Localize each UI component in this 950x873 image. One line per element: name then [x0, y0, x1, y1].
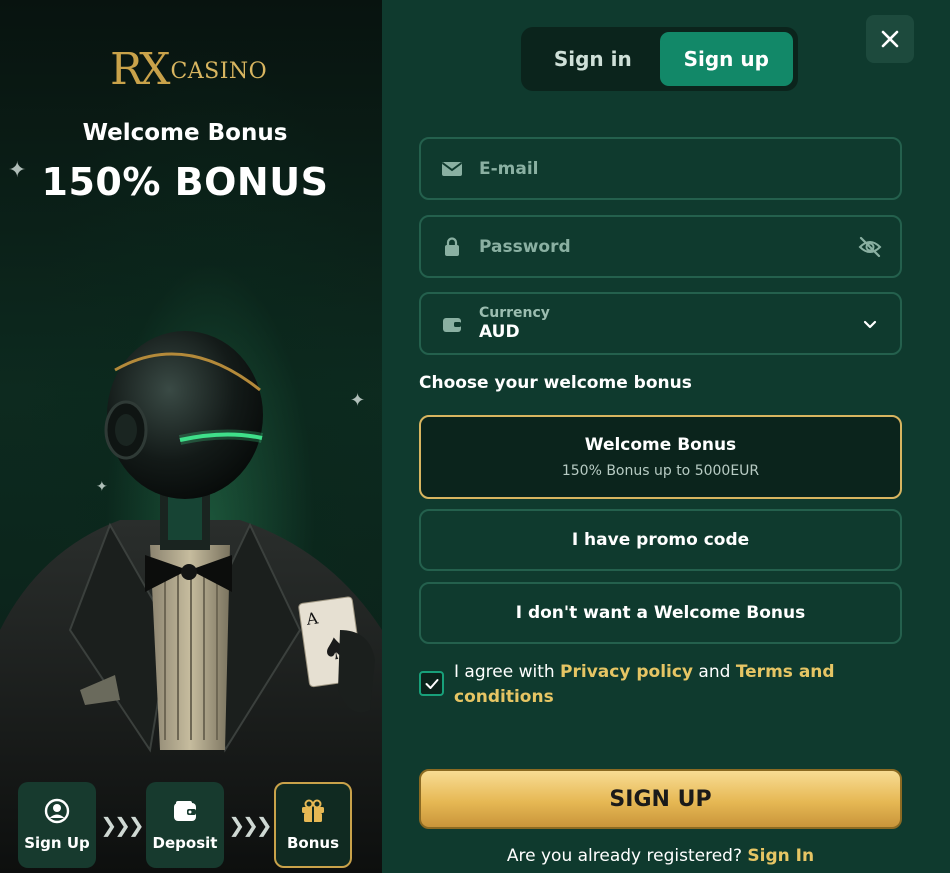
promo-title: Welcome Bonus [82, 120, 288, 146]
terms-checkbox[interactable] [419, 671, 444, 696]
password-input[interactable] [479, 236, 839, 257]
step-bonus: Bonus [274, 782, 352, 868]
bonus-option-promo-code[interactable]: I have promo code [419, 509, 902, 571]
bonus-option-title: I have promo code [571, 530, 750, 550]
user-circle-icon [44, 798, 70, 824]
tab-sign-in[interactable]: Sign in [526, 32, 660, 86]
step-label: Deposit [152, 834, 218, 852]
logo-rx: RX [110, 44, 170, 95]
promo-headline: 150% BONUS [41, 160, 329, 204]
step-sign-up: Sign Up [18, 782, 96, 868]
close-icon [881, 30, 899, 48]
email-input[interactable] [479, 158, 839, 179]
terms-text: I agree with Privacy policy and Terms an… [454, 660, 859, 710]
bonus-heading: Choose your welcome bonus [419, 373, 692, 393]
chevron-down-icon[interactable] [862, 316, 878, 336]
check-icon [425, 678, 438, 689]
privacy-policy-link[interactable]: Privacy policy [560, 662, 693, 682]
tab-sign-up[interactable]: Sign up [659, 32, 793, 86]
email-field[interactable] [419, 137, 902, 200]
mail-icon [441, 158, 463, 180]
bonus-option-subtitle: 150% Bonus up to 5000EUR [561, 463, 760, 479]
step-deposit: Deposit [146, 782, 224, 868]
currency-label: Currency [479, 305, 550, 321]
bonus-option-none[interactable]: I don't want a Welcome Bonus [419, 582, 902, 644]
terms-middle: and [693, 662, 736, 682]
terms-prefix: I agree with [454, 662, 561, 682]
currency-value: AUD [479, 322, 520, 342]
close-button[interactable] [866, 15, 914, 63]
bonus-option-welcome[interactable]: Welcome Bonus 150% Bonus up to 5000EUR [419, 415, 902, 499]
gift-icon [302, 799, 324, 822]
sign-up-button[interactable]: SIGN UP [419, 769, 902, 829]
logo-casino: CASINO [170, 59, 268, 84]
wallet-icon [441, 313, 463, 335]
eye-off-icon[interactable] [858, 236, 882, 262]
step-label: Sign Up [24, 834, 90, 852]
password-field[interactable] [419, 215, 902, 278]
lock-icon [441, 236, 463, 258]
auth-tabs: Sign in Sign up [521, 27, 798, 91]
already-registered: Are you already registered? Sign In [419, 846, 902, 866]
step-label: Bonus [286, 834, 340, 852]
bonus-option-title: I don't want a Welcome Bonus [515, 603, 806, 623]
bonus-option-title: Welcome Bonus [584, 435, 737, 455]
sign-in-link[interactable]: Sign In [747, 846, 814, 866]
step-arrows: ❯❯❯ [100, 813, 144, 837]
casino-logo: RX CASINO [110, 36, 267, 95]
bonus-steps: Sign Up ❯❯❯ Deposit ❯❯❯ Bonus [18, 782, 352, 868]
wallet-icon [174, 801, 196, 821]
registered-question: Are you already registered? [506, 846, 748, 866]
step-arrows: ❯❯❯ [228, 813, 272, 837]
auth-panel: Sign in Sign up E-mail Currency AUD Choo… [382, 0, 950, 873]
currency-select[interactable]: Currency AUD [419, 292, 902, 355]
terms-agreement: I agree with Privacy policy and Terms an… [419, 660, 859, 710]
currency-text: Currency AUD [479, 305, 550, 342]
promo-panel: ✦ ✦ ✦ ✦ RX CASINO Welcome Bonus 150% BON… [0, 0, 382, 873]
